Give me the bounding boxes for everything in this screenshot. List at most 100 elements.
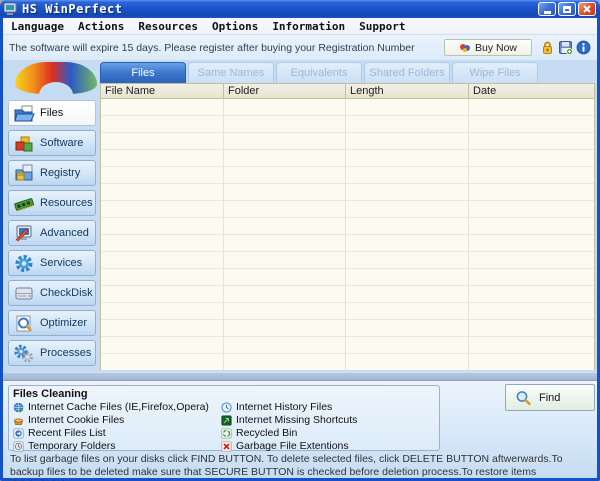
- main-content: Files Software Registry Resources Advanc…: [3, 60, 597, 372]
- cleaning-options-right: Internet History Files Internet Missing …: [221, 401, 357, 452]
- sidebar-label: Files: [40, 107, 64, 119]
- tab-same-names[interactable]: Same Names: [188, 62, 274, 83]
- option-recycled-bin[interactable]: Recycled Bin: [221, 427, 357, 439]
- globe-icon: [13, 402, 24, 412]
- monitor-pencil-icon: [15, 225, 32, 242]
- panel-splitter: [3, 372, 597, 381]
- sidebar-item-software[interactable]: Software: [8, 130, 96, 156]
- file-list[interactable]: [100, 99, 595, 370]
- menu-language[interactable]: Language: [11, 20, 64, 33]
- clock-folder-icon: [13, 440, 24, 452]
- column-header-length[interactable]: Length: [346, 84, 469, 98]
- option-internet-cache-files[interactable]: Internet Cache Files (IE,Firefox,Opera): [13, 401, 221, 413]
- info-icon[interactable]: [576, 40, 591, 55]
- bottom-panel: Files Cleaning Internet Cache Files (IE,…: [3, 381, 597, 481]
- menu-support[interactable]: Support: [359, 20, 405, 33]
- cart-icon: [459, 43, 470, 52]
- history-clock-icon: [221, 401, 232, 413]
- buy-now-label: Buy Now: [474, 41, 517, 54]
- title-bar: HS WinPerfect: [0, 0, 600, 18]
- buy-now-button[interactable]: Buy Now: [444, 39, 532, 56]
- app-window: HS WinPerfect Language Actions Resources…: [0, 0, 600, 481]
- sidebar-item-resources[interactable]: Resources: [8, 190, 96, 216]
- close-icon: [583, 5, 591, 13]
- find-button[interactable]: Find: [505, 384, 595, 411]
- column-header-date[interactable]: Date: [469, 84, 594, 98]
- sidebar-item-checkdisk[interactable]: CheckDisk: [8, 280, 96, 306]
- tab-files[interactable]: Files: [100, 62, 186, 83]
- files-cleaning-groupbox: Files Cleaning Internet Cache Files (IE,…: [8, 385, 440, 452]
- option-garbage-file-extentions[interactable]: Garbage File Extentions: [221, 440, 357, 452]
- sidebar-item-advanced[interactable]: Advanced: [8, 220, 96, 246]
- sidebar-label: Advanced: [40, 227, 89, 239]
- maximize-icon: [563, 5, 571, 13]
- option-label: Recycled Bin: [236, 427, 298, 439]
- option-internet-cookie-files[interactable]: Internet Cookie Files: [13, 414, 221, 426]
- sidebar-item-services[interactable]: Services: [8, 250, 96, 276]
- gear-icon: [15, 254, 33, 272]
- sidebar-label: Registry: [40, 167, 81, 179]
- table-header: File Name Folder Length Date: [100, 83, 595, 99]
- close-button[interactable]: [578, 2, 596, 16]
- app-logo: [15, 62, 97, 95]
- registration-notice-bar: The software will expire 15 days. Please…: [3, 35, 597, 60]
- sidebar-label: CheckDisk: [40, 287, 93, 299]
- option-label: Recent Files List: [28, 427, 106, 439]
- save-disk-icon[interactable]: [558, 40, 573, 55]
- software-boxes-icon: [15, 136, 33, 151]
- menu-resources[interactable]: Resources: [138, 20, 198, 33]
- option-recent-files-list[interactable]: Recent Files List: [13, 427, 221, 439]
- menu-actions[interactable]: Actions: [78, 20, 124, 33]
- shortcut-arrow-icon: [221, 414, 232, 426]
- ram-chip-icon: [14, 197, 35, 211]
- tab-shared-folders[interactable]: Shared Folders: [364, 62, 450, 83]
- instructions-text: To list garbage files on your disks clic…: [10, 453, 563, 481]
- harddisk-icon: [15, 287, 33, 299]
- sidebar-label: Optimizer: [40, 317, 88, 329]
- option-label: Garbage File Extentions: [236, 440, 349, 452]
- option-label: Temporary Folders: [28, 440, 116, 452]
- minimize-icon: [543, 10, 551, 14]
- sidebar-item-registry[interactable]: Registry: [8, 160, 96, 186]
- magnifier-document-icon: [16, 315, 32, 331]
- column-divider: [223, 99, 224, 370]
- option-temporary-folders[interactable]: Temporary Folders: [13, 440, 221, 452]
- files-cleaning-title: Files Cleaning: [13, 388, 88, 400]
- rainbow-arc-logo: [15, 62, 97, 95]
- column-divider: [468, 99, 469, 370]
- option-label: Internet Missing Shortcuts: [236, 414, 358, 426]
- sidebar-item-optimizer[interactable]: Optimizer: [8, 310, 96, 336]
- magnifier-icon: [516, 390, 531, 405]
- maximize-button[interactable]: [558, 2, 576, 16]
- column-header-file-name[interactable]: File Name: [101, 84, 224, 98]
- column-header-folder[interactable]: Folder: [224, 84, 346, 98]
- find-label: Find: [539, 391, 561, 404]
- option-label: Internet Cookie Files: [28, 414, 125, 426]
- menu-information[interactable]: Information: [272, 20, 345, 33]
- tab-equivalents[interactable]: Equivalents: [276, 62, 362, 83]
- registry-folder-icon: [15, 164, 33, 180]
- notice-icons: [540, 40, 591, 55]
- tab-wipe-files[interactable]: Wipe Files: [452, 62, 538, 83]
- red-x-icon: [221, 440, 232, 452]
- sidebar-item-processes[interactable]: Processes: [8, 340, 96, 366]
- option-internet-history-files[interactable]: Internet History Files: [221, 401, 357, 413]
- lock-icon[interactable]: [540, 40, 555, 55]
- tab-bar: Files Same Names Equivalents Shared Fold…: [100, 62, 538, 83]
- cleaning-options-left: Internet Cache Files (IE,Firefox,Opera) …: [13, 401, 221, 452]
- sidebar-label: Software: [40, 137, 84, 149]
- recent-files-icon: [13, 427, 24, 439]
- minimize-button[interactable]: [538, 2, 556, 16]
- option-label: Internet Cache Files (IE,Firefox,Opera): [28, 401, 209, 413]
- sidebar-item-files[interactable]: Files: [8, 100, 96, 126]
- sidebar-label: Processes: [40, 347, 92, 359]
- menu-bar: Language Actions Resources Options Infor…: [3, 18, 597, 35]
- menu-options[interactable]: Options: [212, 20, 258, 33]
- cookie-icon: [14, 418, 23, 425]
- column-divider: [345, 99, 346, 370]
- option-label: Internet History Files: [236, 401, 333, 413]
- option-internet-missing-shortcuts[interactable]: Internet Missing Shortcuts: [221, 414, 357, 426]
- sidebar-label: Services: [40, 257, 83, 269]
- app-monitor-icon: [4, 3, 17, 15]
- gears-icon: [14, 344, 33, 362]
